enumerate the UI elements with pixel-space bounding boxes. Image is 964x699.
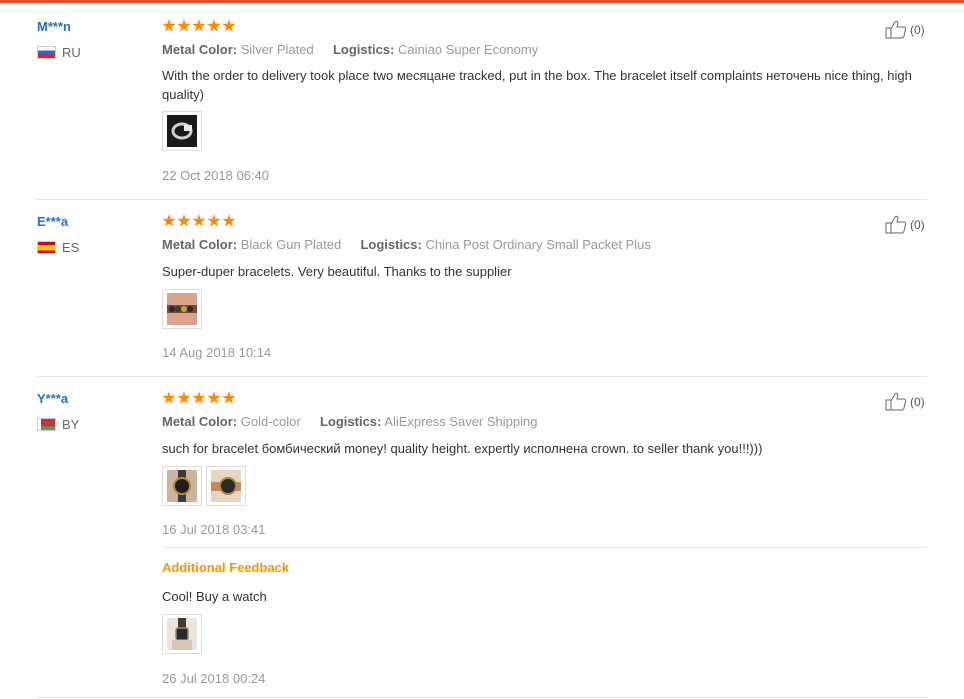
- order-attributes: Metal Color: Silver Plated Logistics: Ca…: [162, 42, 538, 57]
- helpful-button[interactable]: (0): [885, 392, 925, 411]
- order-attributes: Metal Color: Black Gun Plated Logistics:…: [162, 237, 651, 252]
- additional-feedback-date: 26 Jul 2018 00:24: [162, 671, 266, 686]
- watch-photo-icon: [211, 470, 241, 502]
- review-photos: [162, 289, 206, 329]
- country-code: RU: [62, 45, 81, 60]
- star-icon: [162, 391, 176, 404]
- bracelet-photo-icon: [167, 115, 197, 147]
- metal-color-value: Black Gun Plated: [240, 237, 342, 252]
- star-icon: [222, 214, 236, 227]
- review-text: Super-duper bracelets. Very beautiful. T…: [162, 264, 512, 279]
- review-text: such for bracelet бомбический money! qua…: [162, 441, 763, 456]
- flag-by-icon: [37, 418, 56, 431]
- reviewer-name[interactable]: M***n: [37, 19, 71, 34]
- star-icon: [222, 391, 236, 404]
- helpful-count: (0): [910, 22, 925, 37]
- review-photo-thumbnail[interactable]: [162, 289, 202, 329]
- metal-color-value: Gold-color: [240, 414, 301, 429]
- star-icon: [192, 19, 206, 32]
- reviewer-country: ES: [37, 240, 79, 255]
- country-code: ES: [62, 240, 80, 255]
- metal-color-label: Metal Color:: [162, 237, 238, 252]
- review-date: 22 Oct 2018 06:40: [162, 168, 269, 183]
- star-rating: [162, 19, 237, 33]
- review-text: With the order to delivery took place tw…: [162, 68, 912, 102]
- order-attributes: Metal Color: Gold-color Logistics: AliEx…: [162, 414, 537, 429]
- star-icon: [207, 214, 221, 227]
- review-divider: [37, 199, 927, 200]
- star-rating: [162, 214, 237, 228]
- helpful-button[interactable]: (0): [885, 20, 925, 39]
- additional-feedback-text: Cool! Buy a watch: [162, 589, 267, 604]
- thumbs-up-icon: [885, 20, 907, 39]
- review-photo-thumbnail[interactable]: [162, 111, 202, 151]
- flag-es-icon: [37, 241, 56, 254]
- review-photo-thumbnail[interactable]: [206, 466, 246, 506]
- logistics-label: Logistics:: [360, 237, 422, 252]
- review-divider: [37, 697, 927, 698]
- review-photos: [162, 111, 206, 151]
- helpful-button[interactable]: (0): [885, 215, 925, 234]
- star-icon: [162, 19, 176, 32]
- logistics-label: Logistics:: [332, 42, 395, 57]
- star-rating: [162, 391, 237, 405]
- logistics-value: AliExpress Saver Shipping: [384, 414, 538, 429]
- reviewer-name[interactable]: E***a: [37, 214, 68, 229]
- helpful-count: (0): [910, 217, 925, 232]
- star-icon: [192, 391, 206, 404]
- star-icon: [177, 19, 191, 32]
- logistics-value: Cainiao Super Economy: [398, 42, 539, 57]
- star-icon: [222, 19, 236, 32]
- additional-feedback-label: Additional Feedback: [162, 560, 290, 575]
- country-code: BY: [62, 417, 80, 432]
- star-icon: [177, 214, 191, 227]
- logistics-value: China Post Ordinary Small Packet Plus: [425, 237, 651, 252]
- review-date: 14 Aug 2018 10:14: [162, 345, 272, 360]
- helpful-count: (0): [910, 394, 925, 409]
- metal-color-label: Metal Color:: [162, 414, 238, 429]
- watch-photo-icon: [167, 470, 197, 502]
- reviewer-name[interactable]: Y***a: [37, 391, 68, 406]
- review-photos: [162, 466, 250, 506]
- watch-photo-icon: [167, 618, 197, 650]
- metal-color-label: Metal Color:: [162, 42, 238, 57]
- review-date: 16 Jul 2018 03:41: [162, 522, 266, 537]
- review-photo-thumbnail[interactable]: [162, 466, 202, 506]
- reviewer-country: BY: [37, 417, 79, 432]
- reviewer-country: RU: [37, 45, 81, 60]
- thumbs-up-icon: [885, 215, 907, 234]
- star-icon: [207, 391, 221, 404]
- logistics-label: Logistics:: [319, 414, 382, 429]
- review-divider: [37, 376, 927, 377]
- review-photo-thumbnail[interactable]: [162, 614, 202, 654]
- bracelet-photo-icon: [167, 293, 197, 325]
- flag-ru-icon: [37, 46, 56, 59]
- top-accent-bar: [0, 0, 964, 3]
- additional-feedback-divider: [162, 547, 927, 548]
- star-icon: [207, 19, 221, 32]
- additional-feedback-photos: [162, 614, 206, 654]
- thumbs-up-icon: [885, 392, 907, 411]
- metal-color-value: Silver Plated: [240, 42, 314, 57]
- star-icon: [177, 391, 191, 404]
- star-icon: [192, 214, 206, 227]
- star-icon: [162, 214, 176, 227]
